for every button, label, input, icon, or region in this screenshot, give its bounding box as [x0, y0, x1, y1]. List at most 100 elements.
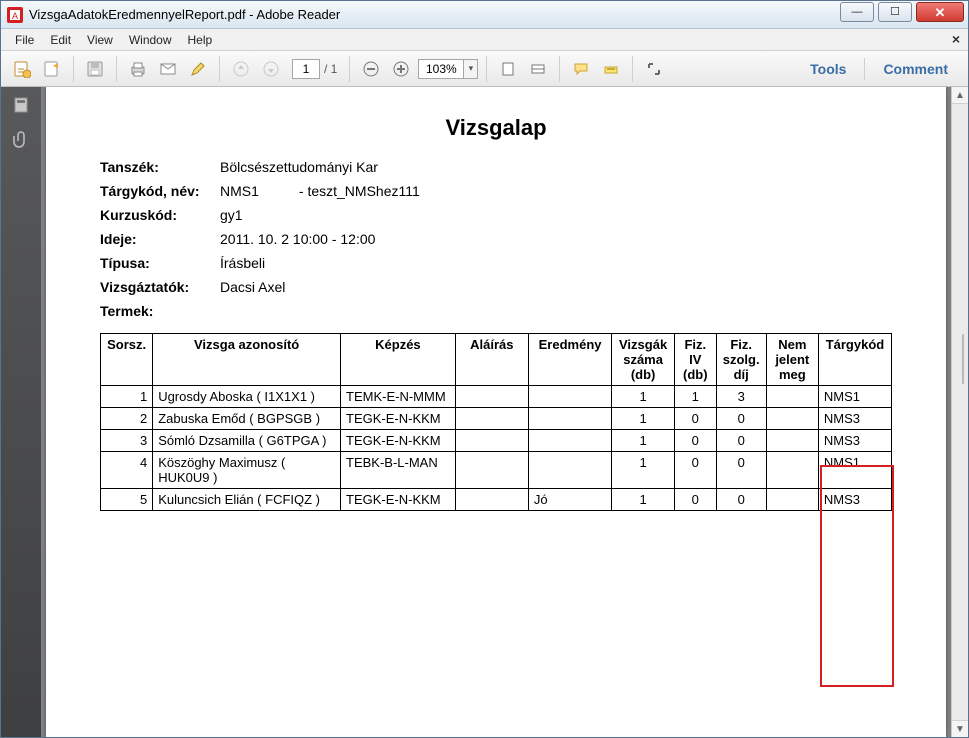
zoom-dropdown[interactable]: ▾	[464, 59, 478, 79]
menubar-close-button[interactable]: ×	[952, 31, 960, 47]
close-button[interactable]: ✕	[916, 2, 964, 22]
table-header-row: Sorsz. Vizsga azonosító Képzés Aláírás E…	[101, 334, 892, 386]
cell-fiziv: 0	[674, 430, 716, 452]
cell-fiziv: 0	[674, 489, 716, 511]
label-termek: Termek:	[100, 303, 220, 319]
cell-kepzes: TEGK-E-N-KKM	[341, 430, 456, 452]
cell-kepzes: TEGK-E-N-KKM	[341, 489, 456, 511]
cell-alairas	[455, 386, 528, 408]
th-fizszolg: Fiz. szolg. díj	[716, 334, 766, 386]
export-pdf-button[interactable]	[9, 56, 35, 82]
cell-kepzes: TEMK-E-N-MMM	[341, 386, 456, 408]
page-current-input[interactable]	[292, 59, 320, 79]
doc-title: Vizsgalap	[100, 115, 892, 141]
cell-kepzes: TEGK-E-N-KKM	[341, 408, 456, 430]
cell-nemjelent	[766, 408, 818, 430]
th-nemjelent: Nem jelent meg	[766, 334, 818, 386]
th-targykod: Tárgykód	[818, 334, 891, 386]
fit-page-button[interactable]	[495, 56, 521, 82]
highlight-button[interactable]	[598, 56, 624, 82]
fit-width-button[interactable]	[525, 56, 551, 82]
cell-targykod: NMS1	[818, 386, 891, 408]
fit-width-icon	[530, 61, 546, 77]
svg-text:A: A	[12, 11, 18, 21]
th-sorsz: Sorsz.	[101, 334, 153, 386]
cell-fizszolg: 3	[716, 386, 766, 408]
value-tipusa: Írásbeli	[220, 255, 892, 271]
cell-eredmeny	[528, 452, 611, 489]
window-title: VizsgaAdatokEredmennyelReport.pdf - Adob…	[29, 7, 840, 22]
scroll-up-icon[interactable]: ▲	[952, 87, 968, 104]
toolbar: / 1 ▾ Tools Com	[1, 51, 968, 87]
minimize-icon: —	[852, 7, 863, 18]
value-tanszek: Bölcsészettudományi Kar	[220, 159, 892, 175]
printer-icon	[129, 60, 147, 78]
page-indicator: / 1	[292, 59, 337, 79]
cell-nemjelent	[766, 386, 818, 408]
cell-sorsz: 3	[101, 430, 153, 452]
paperclip-icon	[12, 130, 30, 148]
cell-vizsgak: 1	[612, 386, 675, 408]
table-row: 5Kuluncsich Elián ( FCFIQZ )TEGK-E-N-KKM…	[101, 489, 892, 511]
value-vizsgaztatok: Dacsi Axel	[220, 279, 892, 295]
save-button[interactable]	[82, 56, 108, 82]
zoom-in-button[interactable]	[388, 56, 414, 82]
attachments-panel-button[interactable]	[9, 127, 33, 151]
cell-vizsgak: 1	[612, 489, 675, 511]
maximize-button[interactable]: ☐	[878, 2, 912, 22]
menu-window[interactable]: Window	[121, 31, 180, 49]
label-tipusa: Típusa:	[100, 255, 220, 271]
fit-page-icon	[500, 61, 516, 77]
comment-button[interactable]	[568, 56, 594, 82]
scroll-down-icon[interactable]: ▼	[952, 720, 968, 737]
cell-nemjelent	[766, 430, 818, 452]
cell-targykod: NMS1	[818, 452, 891, 489]
document-viewer[interactable]: Vizsgalap Tanszék:Bölcsészettudományi Ka…	[41, 87, 951, 737]
page-up-button[interactable]	[228, 56, 254, 82]
page-total: / 1	[324, 62, 337, 76]
cell-fizszolg: 0	[716, 430, 766, 452]
menu-view[interactable]: View	[79, 31, 121, 49]
scroll-thumb[interactable]	[962, 334, 964, 384]
value-targynev: - teszt_NMShez111	[299, 183, 420, 199]
cell-targykod: NMS3	[818, 430, 891, 452]
cell-sorsz: 4	[101, 452, 153, 489]
cell-alairas	[455, 489, 528, 511]
minimize-button[interactable]: —	[840, 2, 874, 22]
menu-file[interactable]: File	[7, 31, 42, 49]
sign-button[interactable]	[185, 56, 211, 82]
value-ideje: 2011. 10. 2 10:00 - 12:00	[220, 231, 892, 247]
menu-edit[interactable]: Edit	[42, 31, 79, 49]
email-button[interactable]	[155, 56, 181, 82]
plus-icon	[393, 61, 409, 77]
print-button[interactable]	[125, 56, 151, 82]
vertical-scrollbar[interactable]: ▲ ▼	[951, 87, 968, 737]
page-down-button[interactable]	[258, 56, 284, 82]
cell-alairas	[455, 408, 528, 430]
cell-azon: Köszöghy Maximusz ( HUK0U9 )	[153, 452, 341, 489]
cell-azon: Zabuska Emőd ( BGPSGB )	[153, 408, 341, 430]
create-pdf-button[interactable]	[39, 56, 65, 82]
cell-alairas	[455, 452, 528, 489]
arrow-up-icon	[233, 61, 249, 77]
zoom-control: ▾	[418, 59, 478, 79]
comment-panel-toggle[interactable]: Comment	[871, 61, 960, 77]
app-window: A VizsgaAdatokEredmennyelReport.pdf - Ad…	[0, 0, 969, 738]
content-area: Vizsgalap Tanszék:Bölcsészettudományi Ka…	[1, 87, 968, 737]
menu-help[interactable]: Help	[180, 31, 221, 49]
arrow-down-icon	[263, 61, 279, 77]
read-mode-button[interactable]	[641, 56, 667, 82]
zoom-out-button[interactable]	[358, 56, 384, 82]
tools-panel-toggle[interactable]: Tools	[798, 61, 858, 77]
thumbnails-icon	[12, 96, 30, 114]
cell-eredmeny	[528, 386, 611, 408]
table-row: 3Sómló Dzsamilla ( G6TPGA )TEGK-E-N-KKM1…	[101, 430, 892, 452]
floppy-icon	[86, 60, 104, 78]
cell-azon: Sómló Dzsamilla ( G6TPGA )	[153, 430, 341, 452]
th-eredmeny: Eredmény	[528, 334, 611, 386]
cell-azon: Kuluncsich Elián ( FCFIQZ )	[153, 489, 341, 511]
zoom-input[interactable]	[418, 59, 464, 79]
cell-eredmeny: Jó	[528, 489, 611, 511]
thumbnails-panel-button[interactable]	[9, 93, 33, 117]
th-kepzes: Képzés	[341, 334, 456, 386]
